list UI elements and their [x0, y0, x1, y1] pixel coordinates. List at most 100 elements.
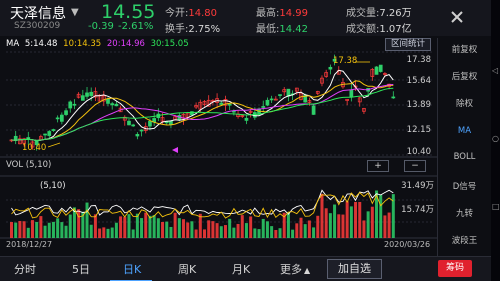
panel-item-d-signal[interactable]: D信号	[438, 180, 491, 192]
candle-body	[349, 89, 354, 98]
volume-axis-label: 31.49万	[401, 181, 434, 191]
add-watchlist-button[interactable]: 加自选	[327, 259, 382, 279]
volume-bar	[26, 227, 30, 238]
candle-body	[391, 96, 396, 99]
panel-item-band-king[interactable]: 波段王	[438, 234, 491, 246]
volume-bar	[244, 223, 248, 238]
chips-button[interactable]: 筹码	[438, 260, 472, 277]
volume-bar	[387, 212, 391, 238]
volume-bar	[354, 201, 358, 238]
candle-body	[139, 129, 144, 132]
price-axis-label: 13.89	[406, 100, 431, 110]
recent-apps-icon[interactable]: □	[492, 202, 500, 211]
volume-bar	[89, 224, 93, 238]
tab-weekly-k[interactable]: 周K	[178, 261, 196, 277]
volume-bar	[215, 223, 219, 238]
tab-intraday[interactable]: 分时	[14, 261, 36, 277]
volume-bar	[173, 212, 177, 238]
marker-icon	[172, 147, 178, 153]
low-annotation: 10.40	[22, 143, 47, 153]
volume-bar	[358, 201, 362, 238]
volume-bar	[223, 225, 227, 238]
volume-bar	[106, 228, 110, 238]
volume-bar	[51, 221, 55, 238]
candle-body	[269, 98, 274, 101]
volume-bar	[379, 194, 383, 238]
volume-bar	[228, 218, 232, 238]
volume-bar	[232, 227, 236, 238]
candle-body	[64, 110, 68, 115]
candle-body	[26, 137, 31, 140]
volume-bar	[312, 227, 316, 238]
volume-bar	[68, 214, 72, 238]
price-axis-label: 12.15	[406, 125, 431, 135]
candle-body	[47, 131, 52, 136]
volume-bar	[77, 209, 81, 238]
candle-body	[80, 95, 85, 101]
tab-monthly-k[interactable]: 月K	[232, 261, 250, 277]
volume-bar	[341, 214, 345, 238]
volume-bar	[320, 193, 324, 238]
tab-daily-k[interactable]: 日K	[123, 261, 141, 277]
candle-body	[110, 103, 115, 106]
volume-bar	[219, 226, 223, 238]
volume-bar	[102, 227, 106, 238]
panel-item-nine-turn[interactable]: 九转	[438, 207, 491, 219]
home-icon[interactable]: ○	[492, 134, 499, 143]
volume-bar	[152, 215, 156, 238]
volume-bar	[249, 216, 253, 238]
volume-bar	[299, 217, 303, 238]
candle-body	[135, 134, 140, 137]
stock-app: 天泽信息 ▼ SZ300209 14.55 -0.39 -2.61% 今开:14…	[0, 0, 500, 281]
panel-item-ex-rights[interactable]: 除权	[438, 97, 491, 109]
price-axis-label: 10.40	[406, 147, 431, 157]
volume-indicator-label[interactable]: VOL (5,10)	[6, 160, 51, 170]
candle-body	[219, 102, 224, 105]
volume-bar	[93, 214, 97, 238]
volume-bar	[194, 229, 198, 238]
volume-bar	[211, 221, 215, 238]
panel-item-backward-adjust[interactable]: 后复权	[438, 70, 491, 82]
candle-body	[89, 91, 94, 97]
volume-axis-label: 15.74万	[401, 205, 434, 215]
volume-bar	[131, 229, 135, 238]
kline-chart[interactable]	[0, 0, 437, 256]
ma10-line	[11, 80, 394, 142]
back-icon[interactable]: ◁	[492, 66, 498, 75]
volume-bar	[161, 222, 165, 238]
price-axis-label: 17.38	[406, 55, 431, 65]
price-axis-label: 15.64	[406, 76, 431, 86]
volume-bar	[345, 201, 349, 238]
volume-bar	[328, 213, 332, 238]
volume-bar	[333, 204, 337, 238]
candle-body	[328, 66, 333, 70]
tab-5day[interactable]: 5日	[72, 261, 90, 277]
period-tabs: 分时 5日 日K 周K 月K 更多 ▲ 加自选 筹码	[0, 256, 491, 281]
volume-bar	[270, 226, 274, 238]
candle-body	[227, 103, 232, 106]
volume-bar	[190, 221, 194, 238]
tab-more[interactable]: 更多 ▲	[280, 261, 310, 277]
volume-bar	[140, 218, 144, 238]
volume-bar	[30, 220, 34, 238]
volume-bar	[370, 206, 374, 238]
candle-body	[72, 103, 77, 106]
volume-bar	[85, 202, 89, 238]
panel-item-boll[interactable]: BOLL	[438, 152, 491, 162]
add-indicator-button[interactable]: +	[367, 160, 389, 172]
volume-bar	[135, 213, 139, 238]
annotation-line	[47, 142, 61, 148]
volume-bar	[119, 216, 123, 238]
volume-bar	[148, 215, 152, 238]
panel-item-ma[interactable]: MA	[438, 126, 491, 136]
candle-body	[278, 94, 282, 96]
panel-item-forward-adjust[interactable]: 前复权	[438, 43, 491, 55]
volume-bar	[56, 218, 60, 238]
close-icon[interactable]	[446, 6, 468, 28]
remove-indicator-button[interactable]: −	[404, 160, 426, 172]
volume-bar	[156, 218, 160, 238]
candle-body	[265, 99, 270, 106]
volume-bar	[366, 211, 370, 238]
volume-bar	[295, 223, 299, 238]
volume-bar	[123, 217, 127, 238]
